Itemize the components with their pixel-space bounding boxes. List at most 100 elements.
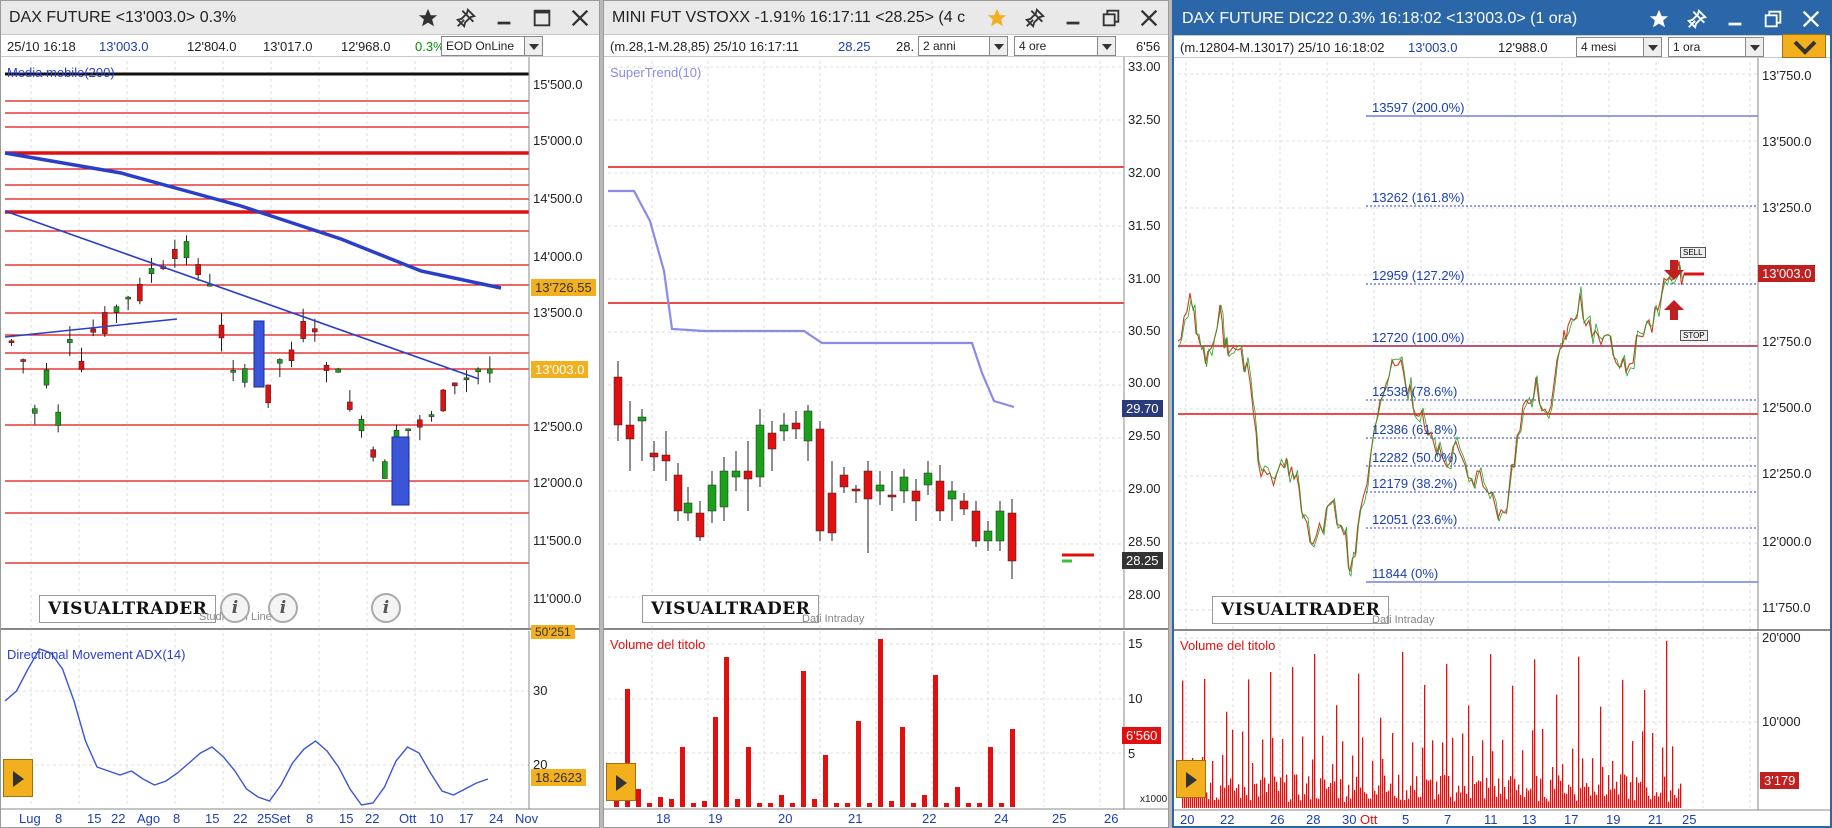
volume-bar [1496, 796, 1498, 808]
volume-bar [966, 803, 971, 807]
volume-bar [1628, 798, 1630, 808]
x-axis-label: Ott [399, 811, 417, 826]
volume-bar [1288, 801, 1290, 808]
volume-bar [1604, 796, 1606, 808]
x-axis-label: 21 [1648, 812, 1663, 827]
volume-bar [1462, 733, 1464, 808]
x-axis-label: 21 [848, 811, 863, 826]
info-icon[interactable]: i [268, 593, 298, 623]
volume-bar [1424, 684, 1426, 808]
volume-bar [1622, 679, 1624, 808]
last-price-tag: 28.25 [1122, 552, 1163, 569]
volume-bar [724, 657, 729, 807]
x-axis-label: 8 [55, 811, 63, 826]
candle [839, 467, 849, 493]
x-axis-label: 26 [1104, 811, 1119, 826]
fibonacci-label: 11844 (0%) [1372, 566, 1439, 581]
volume-bar [691, 803, 696, 807]
volume-bar [1460, 792, 1462, 808]
volume-bar [1464, 786, 1466, 808]
volume-bar [1312, 759, 1314, 808]
volume-bar [1366, 793, 1368, 808]
x-axis-label: 25 [1052, 811, 1067, 826]
volume-bar [1356, 776, 1358, 808]
volume-bar [1250, 800, 1252, 808]
x-axis-label: 13 [1522, 812, 1537, 827]
pattern-box[interactable] [391, 436, 410, 506]
candle [755, 409, 765, 487]
volume-bar [1454, 801, 1456, 808]
volume-bar [988, 747, 993, 807]
volume-bar [1294, 774, 1296, 808]
volume-bar [1452, 737, 1454, 808]
volume-bar [1642, 731, 1644, 808]
volume-bar [867, 803, 872, 807]
volume-bar [1658, 796, 1660, 808]
fibonacci-label: 12051 (23.6%) [1372, 512, 1458, 527]
candle [707, 471, 717, 523]
volume-value-tag: 3'179 [1760, 772, 1800, 789]
volume-bar [1538, 801, 1540, 808]
info-icon[interactable]: i [220, 593, 250, 623]
indicator-label-adx: Directional Movement ADX(14) [7, 647, 186, 662]
volume-bar [1532, 730, 1534, 808]
volume-bar [1330, 783, 1332, 808]
candle [911, 479, 921, 521]
volume-bar [1410, 785, 1412, 808]
volume-bar [1338, 798, 1340, 808]
volume-bar [1480, 781, 1482, 808]
y-axis-label: 12'000.0 [533, 475, 583, 490]
scroll-left-button[interactable] [606, 763, 636, 801]
volume-bar [812, 799, 817, 807]
x-axis-label: 18 [656, 811, 671, 826]
scroll-left-button[interactable] [3, 759, 33, 797]
volume-bar [1616, 781, 1618, 808]
candle [779, 413, 789, 441]
volume-bar [1290, 799, 1292, 808]
volume-bar [1206, 792, 1208, 808]
volume-bar [1244, 787, 1246, 808]
volume-bar [1284, 782, 1286, 808]
volume-bar [746, 747, 751, 807]
volume-bar [1430, 779, 1432, 808]
volume-bar [1568, 784, 1570, 808]
volume-bar [1644, 690, 1646, 808]
volume-bar [1498, 778, 1500, 808]
volume-bar [779, 795, 784, 807]
y-axis-label: 11'000.0 [533, 591, 582, 606]
price-chart[interactable] [604, 1, 1169, 828]
price-chart[interactable] [1, 1, 600, 828]
volume-bar [1516, 790, 1518, 808]
scroll-left-button[interactable] [1176, 760, 1206, 798]
volume-bar [1232, 729, 1234, 808]
volume-bar [1404, 800, 1406, 808]
volume-bar [1258, 796, 1260, 808]
volume-bar [1676, 797, 1678, 808]
volume-bar [1306, 783, 1308, 808]
x-axis-label: 22 [1220, 812, 1235, 827]
volume-bar [933, 675, 938, 807]
volume-bar [1380, 717, 1382, 808]
volume-bar [944, 803, 949, 807]
price-chart[interactable] [1174, 2, 1832, 828]
volume-bar [1256, 783, 1258, 808]
fibonacci-label: 13262 (161.8%) [1372, 190, 1465, 205]
info-icon[interactable]: i [371, 593, 401, 623]
volume-bar [977, 803, 982, 807]
volume-axis-label: 10'000 [1762, 714, 1801, 729]
x-axis-label: 19 [708, 811, 723, 826]
volume-bar [1428, 780, 1430, 808]
volume-bar [1266, 792, 1268, 808]
x-axis-label: Lug [19, 811, 41, 826]
candle [827, 461, 837, 541]
volume-bar [1584, 786, 1586, 808]
volume-bar [1514, 778, 1516, 808]
x-axis-label: 30 [1342, 812, 1357, 827]
volume-bar [1198, 797, 1200, 808]
volume-bar [1534, 659, 1536, 808]
volume-bar [1340, 779, 1342, 808]
y-axis-label: 31.00 [1128, 271, 1161, 286]
volume-bar [1384, 775, 1386, 808]
pattern-box[interactable] [253, 320, 265, 388]
volume-bar [1572, 748, 1574, 808]
